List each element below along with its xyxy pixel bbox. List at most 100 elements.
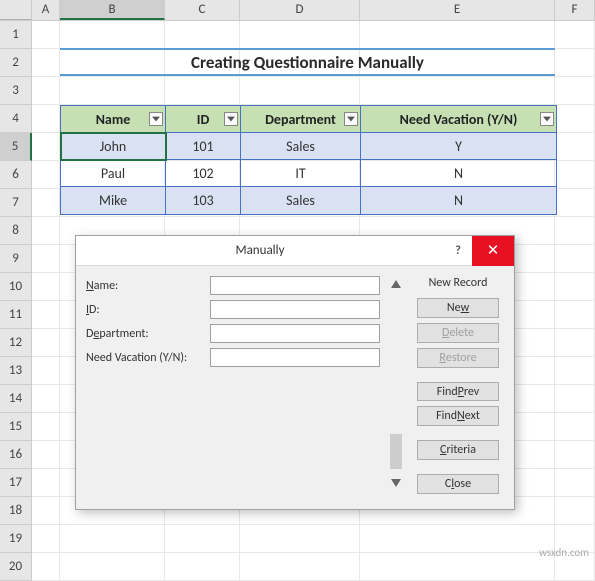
scroll-thumb[interactable]: [390, 434, 402, 469]
cell[interactable]: [240, 525, 360, 553]
row-header-15[interactable]: 15: [0, 413, 32, 441]
field-dept-input[interactable]: [210, 324, 380, 343]
cell[interactable]: [240, 21, 360, 49]
col-header-c[interactable]: C: [165, 0, 240, 20]
row-header-8[interactable]: 8: [0, 217, 32, 245]
help-button[interactable]: ?: [444, 236, 472, 266]
col-header-e[interactable]: E: [360, 0, 555, 20]
close-icon[interactable]: ✕: [472, 236, 514, 266]
row-header-20[interactable]: 20: [0, 553, 32, 581]
cell[interactable]: [32, 49, 60, 77]
cell-vac[interactable]: N: [361, 160, 556, 187]
cell[interactable]: [32, 301, 60, 329]
cell[interactable]: [240, 553, 360, 581]
cell-dept[interactable]: IT: [241, 160, 361, 187]
cell[interactable]: [555, 357, 595, 385]
cell[interactable]: [555, 105, 595, 133]
cell[interactable]: [32, 553, 60, 581]
cell[interactable]: [165, 553, 240, 581]
cell[interactable]: [555, 385, 595, 413]
cell[interactable]: [165, 21, 240, 49]
find-prev-button[interactable]: Find Prev: [417, 382, 499, 402]
cell[interactable]: [32, 77, 60, 105]
col-header-f[interactable]: F: [555, 0, 595, 20]
cell-name[interactable]: John: [61, 133, 166, 160]
row-header-16[interactable]: 16: [0, 441, 32, 469]
cell[interactable]: [555, 189, 595, 217]
criteria-button[interactable]: Criteria: [417, 440, 499, 460]
cell-vac[interactable]: N: [361, 187, 556, 214]
field-id-input[interactable]: [210, 300, 380, 319]
row-header-14[interactable]: 14: [0, 385, 32, 413]
cell[interactable]: [555, 77, 595, 105]
cell[interactable]: [60, 77, 165, 105]
row-header-2[interactable]: 2: [0, 49, 32, 77]
cell[interactable]: [555, 245, 595, 273]
row-header-4[interactable]: 4: [0, 105, 32, 133]
cell[interactable]: [165, 77, 240, 105]
cell[interactable]: [32, 189, 60, 217]
row-header-19[interactable]: 19: [0, 525, 32, 553]
cell[interactable]: [32, 385, 60, 413]
row-header-9[interactable]: 9: [0, 245, 32, 273]
cell[interactable]: [360, 77, 555, 105]
scroll-down-icon[interactable]: [388, 475, 404, 491]
row-header-10[interactable]: 10: [0, 273, 32, 301]
close-button[interactable]: Close: [417, 474, 499, 494]
cell[interactable]: [32, 469, 60, 497]
cell[interactable]: [32, 357, 60, 385]
cell[interactable]: [360, 525, 555, 553]
cell[interactable]: [555, 441, 595, 469]
cell-id[interactable]: 103: [166, 187, 241, 214]
row-header-7[interactable]: 7: [0, 189, 32, 217]
header-name[interactable]: Name: [61, 106, 166, 133]
cell-dept[interactable]: Sales: [241, 133, 361, 160]
cell[interactable]: [555, 413, 595, 441]
cell[interactable]: [32, 133, 60, 161]
row-header-11[interactable]: 11: [0, 301, 32, 329]
cell[interactable]: [555, 497, 595, 525]
row-header-13[interactable]: 13: [0, 357, 32, 385]
cell[interactable]: [240, 77, 360, 105]
row-header-5[interactable]: 5: [0, 133, 32, 161]
record-scrollbar[interactable]: [388, 276, 404, 499]
cell[interactable]: [555, 469, 595, 497]
cell[interactable]: [60, 553, 165, 581]
cell[interactable]: [60, 21, 165, 49]
cell-name[interactable]: Paul: [61, 160, 166, 187]
filter-icon[interactable]: [149, 112, 163, 126]
cell[interactable]: [32, 161, 60, 189]
row-header-17[interactable]: 17: [0, 469, 32, 497]
cell[interactable]: [555, 329, 595, 357]
select-all-corner[interactable]: [0, 0, 32, 20]
cell-id[interactable]: 102: [166, 160, 241, 187]
cell[interactable]: [555, 133, 595, 161]
cell[interactable]: [555, 273, 595, 301]
cell[interactable]: [32, 525, 60, 553]
find-next-button[interactable]: Find Next: [417, 406, 499, 426]
cell[interactable]: [555, 21, 595, 49]
cell-name[interactable]: Mike: [61, 187, 166, 214]
filter-icon[interactable]: [344, 112, 358, 126]
col-header-a[interactable]: A: [32, 0, 60, 20]
dialog-titlebar[interactable]: Manually ? ✕: [76, 236, 514, 266]
cell[interactable]: [60, 525, 165, 553]
row-header-12[interactable]: 12: [0, 329, 32, 357]
cell[interactable]: [32, 441, 60, 469]
cell-dept[interactable]: Sales: [241, 187, 361, 214]
cell[interactable]: [32, 245, 60, 273]
field-vac-input[interactable]: [210, 348, 380, 367]
header-vacation[interactable]: Need Vacation (Y/N): [361, 106, 556, 133]
cell[interactable]: [32, 273, 60, 301]
header-department[interactable]: Department: [241, 106, 361, 133]
field-name-input[interactable]: [210, 276, 380, 295]
cell[interactable]: [32, 105, 60, 133]
cell[interactable]: [555, 161, 595, 189]
cell[interactable]: [32, 217, 60, 245]
cell[interactable]: [165, 525, 240, 553]
row-header-1[interactable]: 1: [0, 21, 32, 49]
cell[interactable]: [555, 217, 595, 245]
filter-icon[interactable]: [224, 112, 238, 126]
cell[interactable]: [32, 497, 60, 525]
col-header-b[interactable]: B: [60, 0, 165, 20]
